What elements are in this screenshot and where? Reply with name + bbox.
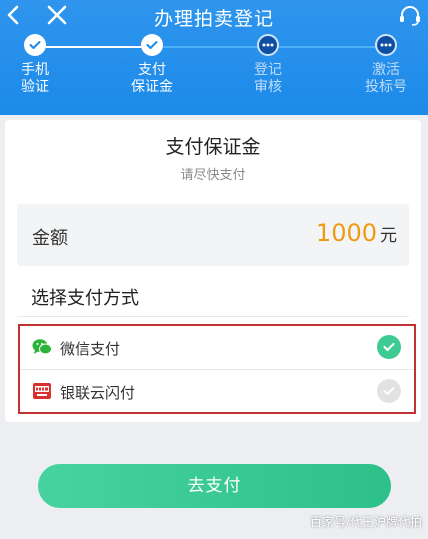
step-label: 手机 验证: [21, 62, 49, 95]
divider: [17, 316, 409, 317]
unionpay-icon: [33, 383, 51, 399]
step-label: 激活 投标号: [365, 62, 407, 95]
step-check-icon: [24, 34, 46, 56]
nav-bar: 办理拍卖登记: [0, 0, 428, 32]
step-label: 登记 审核: [254, 62, 282, 95]
amount-value: 1000: [315, 219, 377, 247]
step-check-icon: [141, 34, 163, 56]
payment-methods-list: 微信支付 银联云闪付: [18, 324, 416, 414]
wechat-icon: [32, 339, 52, 355]
card-title: 支付保证金: [165, 136, 261, 158]
amount-unit: 元: [380, 226, 397, 246]
step-pending-dots-icon: [375, 34, 397, 56]
payment-method-wechat[interactable]: 微信支付: [20, 326, 414, 370]
step-pending-dots-icon: [257, 34, 279, 56]
page-title: 办理拍卖登记: [153, 8, 274, 30]
pay-button[interactable]: 去支付: [38, 464, 391, 508]
step-activate-bid-number: 激活 投标号: [351, 34, 421, 96]
amount-row: 金额 1000 元: [17, 204, 409, 266]
watermark-text: 百家号/代王沪牌代拍: [309, 515, 422, 529]
amount-label: 金额: [32, 228, 68, 249]
payment-card: 支付保证金 请尽快支付 金额 1000 元 选择支付方式 微信支付 银联云闪付: [5, 120, 421, 422]
customer-service-headset-icon[interactable]: [398, 4, 422, 26]
step-pay-deposit: 支付 保证金: [117, 34, 187, 96]
payment-method-name: 银联云闪付: [60, 384, 136, 402]
step-registration-review: 登记 审核: [233, 34, 303, 96]
header-bar: 办理拍卖登记 手机 验证 支付 保证金 登记 审核 激活 投标号: [0, 0, 428, 115]
payment-method-unionpay[interactable]: 银联云闪付: [20, 370, 414, 413]
unselected-check-icon[interactable]: [377, 379, 401, 403]
step-phone-verify: 手机 验证: [0, 34, 70, 96]
step-label: 支付 保证金: [131, 62, 173, 95]
amount-display: 1000 元: [316, 219, 397, 247]
payment-method-title: 选择支付方式: [31, 288, 139, 309]
card-subtitle: 请尽快支付: [180, 168, 246, 183]
selected-check-icon[interactable]: [377, 335, 401, 359]
payment-method-name: 微信支付: [60, 340, 121, 358]
